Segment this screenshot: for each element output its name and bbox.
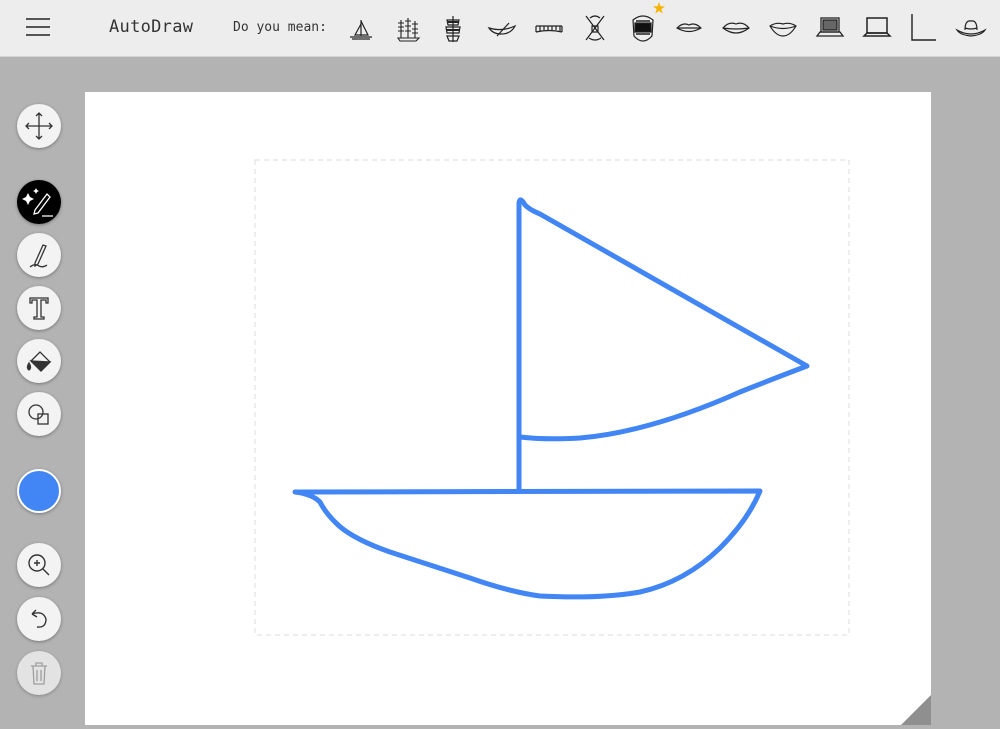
shape-tool-button[interactable] [17,392,61,436]
fill-tool-button[interactable] [17,339,61,383]
lips-icon[interactable] [670,8,708,48]
suggestions-label: Do you mean: [233,20,327,35]
bridge-icon[interactable] [530,8,568,48]
magic-pen-icon [22,188,53,217]
undo-icon [31,609,47,628]
top-bar: AutoDraw Do you mean: [0,0,1000,57]
zoom-tool-button[interactable] [17,543,61,587]
drawing-canvas[interactable] [85,92,931,725]
canoe-icon[interactable] [483,8,521,48]
type-tool-button[interactable] [17,286,61,330]
corner-line-icon[interactable] [905,8,943,48]
paint-bucket-icon [26,351,52,372]
draw-tool-button[interactable] [17,233,61,277]
undo-button[interactable] [17,597,61,641]
sailboat-icon[interactable] [342,8,380,48]
star-icon [653,2,665,14]
cowboy-hat-icon[interactable] [952,8,990,48]
smiling-lips-icon[interactable] [764,8,802,48]
shapes-icon [28,404,49,425]
color-picker-button[interactable] [17,469,61,513]
closed-lips-icon[interactable] [717,8,755,48]
move-tool-button[interactable] [17,104,61,148]
open-mouth-icon[interactable] [624,8,662,48]
page-corner-fold [901,695,931,725]
pencil-icon [29,244,48,268]
crossed-oars-icon[interactable] [576,8,614,48]
trash-icon [31,662,47,685]
delete-button[interactable] [17,651,61,695]
laptop-outline-icon[interactable] [858,8,896,48]
laptop-icon[interactable] [811,8,849,48]
app-title: AutoDraw [109,17,194,37]
menu-icon[interactable] [26,16,50,38]
text-t-icon [29,297,49,320]
zoom-in-icon [28,554,50,576]
galleon-icon[interactable] [434,8,472,48]
move-arrows-icon [25,112,53,140]
tall-ship-icon[interactable] [389,8,427,48]
autodraw-tool-button[interactable] [17,180,61,224]
